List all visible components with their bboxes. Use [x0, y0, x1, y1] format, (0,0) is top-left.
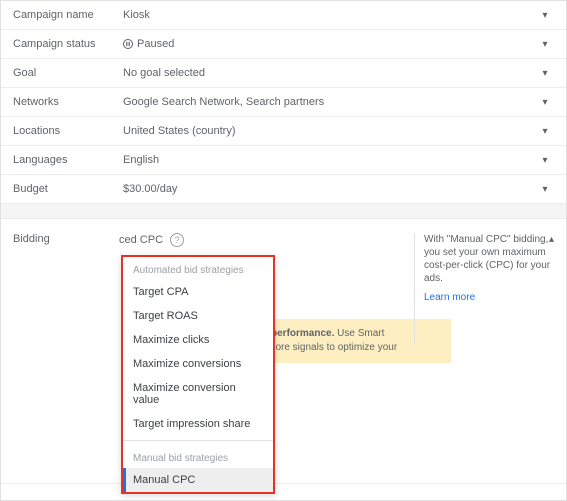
networks-label: Networks	[13, 96, 123, 108]
dropdown-item-target-roas[interactable]: Target ROAS	[123, 304, 273, 328]
dropdown-item-target-cpa[interactable]: Target CPA	[123, 280, 273, 304]
campaign-name-value: Kiosk	[123, 9, 536, 21]
languages-value: English	[123, 154, 536, 166]
chevron-down-icon: ▾	[536, 68, 554, 79]
row-goal[interactable]: Goal No goal selected ▾	[1, 59, 566, 88]
row-languages[interactable]: Languages English ▾	[1, 146, 566, 175]
bid-strategy-selected: ced CPC	[119, 234, 163, 246]
section-divider	[1, 204, 566, 219]
row-campaign-name[interactable]: Campaign name Kiosk ▾	[1, 1, 566, 30]
bidding-info-text: With "Manual CPC" bidding, you set your …	[424, 234, 550, 284]
campaign-status-value: Paused	[123, 38, 536, 50]
pause-icon	[123, 38, 133, 50]
locations-label: Locations	[13, 125, 123, 137]
help-icon[interactable]: ?	[170, 233, 184, 247]
vertical-divider	[414, 233, 415, 344]
campaign-status-label: Campaign status	[13, 38, 123, 50]
goal-label: Goal	[13, 67, 123, 79]
bidding-section: Bidding ced CPC ? wer performance. Use S…	[1, 219, 566, 484]
chevron-down-icon: ▾	[536, 126, 554, 137]
dropdown-item-maximize-conversions[interactable]: Maximize conversions	[123, 352, 273, 376]
languages-label: Languages	[13, 154, 123, 166]
learn-more-link[interactable]: Learn more	[424, 291, 554, 304]
dropdown-separator	[123, 440, 273, 441]
budget-value: $30.00/day	[123, 183, 536, 195]
bid-strategy-dropdown: Automated bid strategies Target CPA Targ…	[121, 255, 275, 494]
campaign-name-label: Campaign name	[13, 9, 123, 21]
row-locations[interactable]: Locations United States (country) ▾	[1, 117, 566, 146]
chevron-down-icon: ▾	[536, 97, 554, 108]
chevron-down-icon: ▾	[536, 184, 554, 195]
warning-text1: Use Smart	[334, 328, 384, 339]
dropdown-item-manual-cpc[interactable]: Manual CPC	[123, 468, 273, 492]
chevron-up-icon[interactable]: ▴	[549, 233, 554, 246]
locations-value: United States (country)	[123, 125, 536, 137]
row-budget[interactable]: Budget $30.00/day ▾	[1, 175, 566, 204]
bid-strategy-select[interactable]: ced CPC ?	[119, 233, 184, 247]
chevron-down-icon: ▾	[536, 10, 554, 21]
bidding-label: Bidding	[13, 233, 123, 453]
dropdown-item-target-impression-share[interactable]: Target impression share	[123, 412, 273, 436]
chevron-down-icon: ▾	[536, 39, 554, 50]
dropdown-item-maximize-clicks[interactable]: Maximize clicks	[123, 328, 273, 352]
bidding-info-panel: ▴ With "Manual CPC" bidding, you set you…	[424, 233, 554, 304]
budget-label: Budget	[13, 183, 123, 195]
row-networks[interactable]: Networks Google Search Network, Search p…	[1, 88, 566, 117]
action-bar: CANCEL SAVE	[1, 484, 566, 501]
row-campaign-status[interactable]: Campaign status Paused ▾	[1, 30, 566, 59]
goal-value: No goal selected	[123, 67, 536, 79]
chevron-down-icon: ▾	[536, 155, 554, 166]
dropdown-section-manual: Manual bid strategies	[123, 445, 273, 468]
networks-value: Google Search Network, Search partners	[123, 96, 536, 108]
campaign-status-text: Paused	[137, 38, 174, 50]
dropdown-item-maximize-conversion-value[interactable]: Maximize conversion value	[123, 376, 273, 412]
dropdown-section-automated: Automated bid strategies	[123, 257, 273, 280]
